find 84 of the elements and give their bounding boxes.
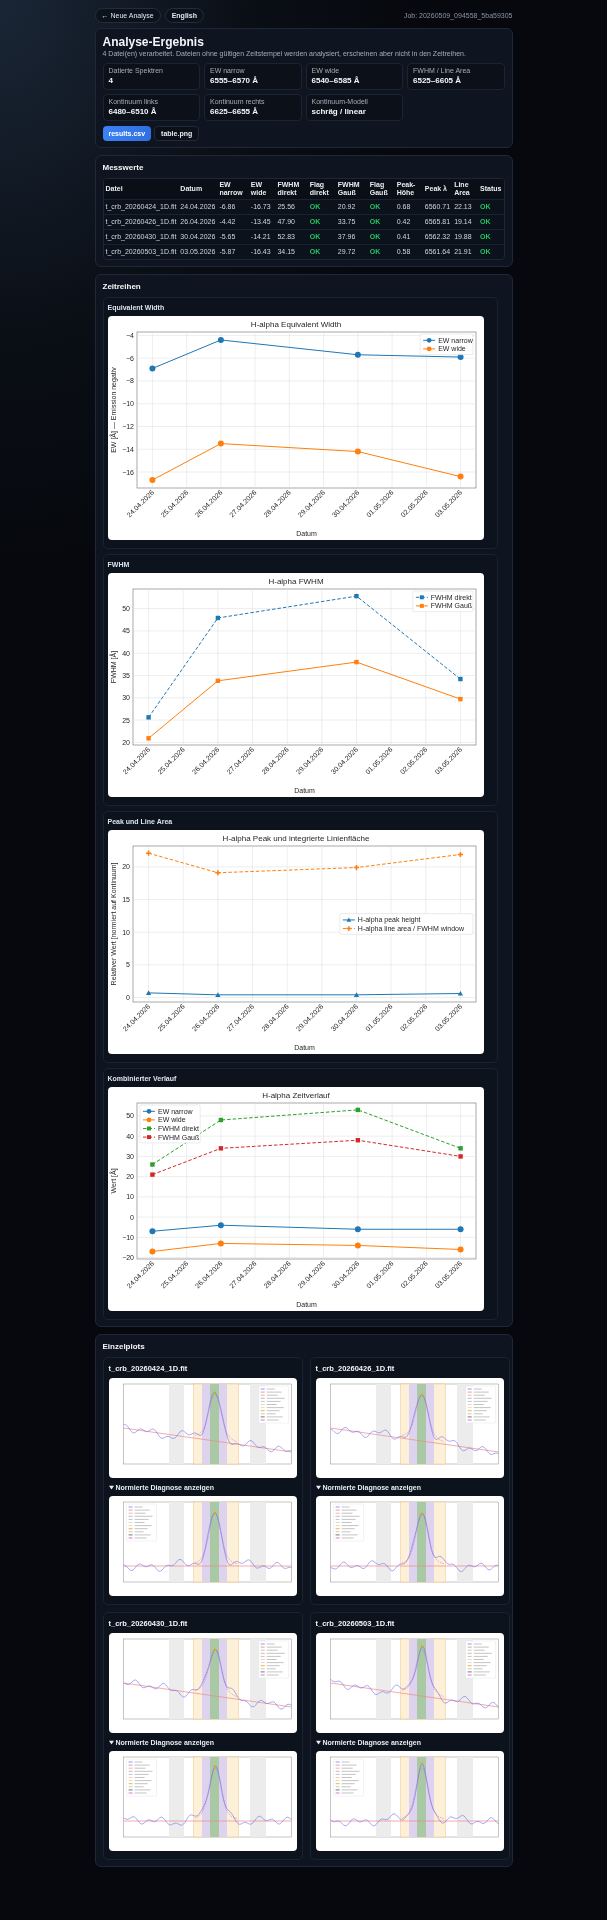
stat-value: 6525–6605 Å bbox=[413, 75, 463, 86]
data-point bbox=[353, 864, 359, 870]
section-title: Zeitreihen bbox=[102, 281, 142, 292]
caret-icon bbox=[315, 1484, 321, 1490]
data-point bbox=[355, 1137, 360, 1142]
stat-value: 4 bbox=[108, 75, 114, 86]
data-point bbox=[214, 991, 220, 997]
peak-marker-icon bbox=[213, 1511, 216, 1514]
chart-title: H-alpha FWHM bbox=[267, 576, 324, 586]
legend-marker-icon bbox=[142, 1108, 155, 1114]
data-point bbox=[353, 659, 359, 664]
data-point bbox=[457, 676, 463, 681]
data-point bbox=[148, 1248, 155, 1254]
result-title: Analyse-Ergebnis bbox=[102, 35, 205, 49]
data-point bbox=[353, 593, 359, 598]
peak-marker-icon bbox=[420, 1512, 423, 1515]
data-point bbox=[149, 1171, 155, 1177]
data-point bbox=[215, 615, 220, 620]
data-point bbox=[457, 1246, 464, 1252]
gauss-fit-line bbox=[194, 1648, 237, 1697]
chart-title: H-alpha Zeitverlauf bbox=[261, 1090, 330, 1100]
peak-marker-icon bbox=[213, 1648, 216, 1651]
data-point bbox=[457, 473, 464, 480]
data-point bbox=[215, 678, 220, 683]
gauss-fit-line bbox=[194, 1512, 237, 1564]
data-point bbox=[145, 714, 151, 720]
caret-icon bbox=[108, 1484, 114, 1490]
section-title: Messwerte bbox=[102, 162, 145, 173]
data-point bbox=[457, 1225, 464, 1232]
legend-marker-icon bbox=[341, 917, 355, 922]
legend-marker-icon bbox=[422, 337, 436, 343]
peak-marker-icon bbox=[420, 1762, 423, 1765]
legend-marker-icon bbox=[142, 1117, 155, 1122]
chart-title: H-alpha Equivalent Width bbox=[250, 319, 341, 329]
stat-value: 6540–6585 Å bbox=[311, 75, 361, 86]
stat-value: schräg / linear bbox=[311, 106, 367, 117]
caret-icon bbox=[315, 1739, 321, 1745]
peak-marker-icon bbox=[213, 1390, 216, 1394]
data-point bbox=[457, 1153, 463, 1159]
caret-icon bbox=[108, 1739, 114, 1745]
data-point bbox=[354, 1241, 361, 1248]
legend-marker-icon bbox=[414, 594, 428, 599]
data-point bbox=[354, 448, 361, 455]
data-point bbox=[214, 869, 220, 875]
data-point bbox=[457, 851, 463, 857]
data-point bbox=[217, 440, 224, 447]
data-point bbox=[217, 1221, 224, 1228]
gauss-fit-line bbox=[401, 1648, 444, 1697]
peak-marker-icon bbox=[420, 1393, 423, 1396]
stat-value: 6625–6655 Å bbox=[210, 106, 260, 117]
section-title: Einzelplots bbox=[102, 1341, 146, 1352]
data-point bbox=[149, 1161, 155, 1167]
data-point bbox=[145, 989, 151, 995]
gauss-fit-line bbox=[194, 1393, 237, 1442]
peak-marker-icon bbox=[213, 1764, 216, 1767]
legend-marker-icon bbox=[142, 1126, 155, 1130]
data-point bbox=[355, 1107, 360, 1112]
gauss-fit-line bbox=[194, 1767, 237, 1819]
legend-marker-icon bbox=[142, 1134, 155, 1139]
gauss-fit-line bbox=[401, 1393, 444, 1442]
data-point bbox=[353, 991, 359, 997]
gauss-fit-line bbox=[401, 1767, 444, 1819]
legend-marker-icon bbox=[422, 346, 436, 351]
data-point bbox=[217, 336, 224, 343]
data-point bbox=[457, 1145, 463, 1150]
data-point bbox=[145, 735, 151, 740]
data-point bbox=[457, 990, 463, 996]
data-point bbox=[218, 1145, 223, 1150]
stat-value: 6555–6570 Å bbox=[210, 75, 260, 86]
legend-marker-icon bbox=[341, 925, 355, 931]
data-point bbox=[145, 850, 151, 856]
data-point bbox=[354, 351, 361, 358]
data-point bbox=[218, 1117, 223, 1122]
legend-marker-icon bbox=[414, 603, 428, 608]
stat-value: 6480–6510 Å bbox=[108, 106, 158, 117]
data-point bbox=[148, 1227, 155, 1234]
data-point bbox=[217, 1239, 224, 1246]
data-point bbox=[457, 696, 463, 701]
data-point bbox=[148, 364, 155, 371]
chart-title: H-alpha Peak und integrierte Linienfläche bbox=[222, 833, 369, 843]
peak-marker-icon bbox=[420, 1644, 423, 1648]
gauss-fit-line bbox=[401, 1512, 444, 1564]
data-point bbox=[354, 1225, 361, 1232]
data-point bbox=[148, 476, 155, 483]
